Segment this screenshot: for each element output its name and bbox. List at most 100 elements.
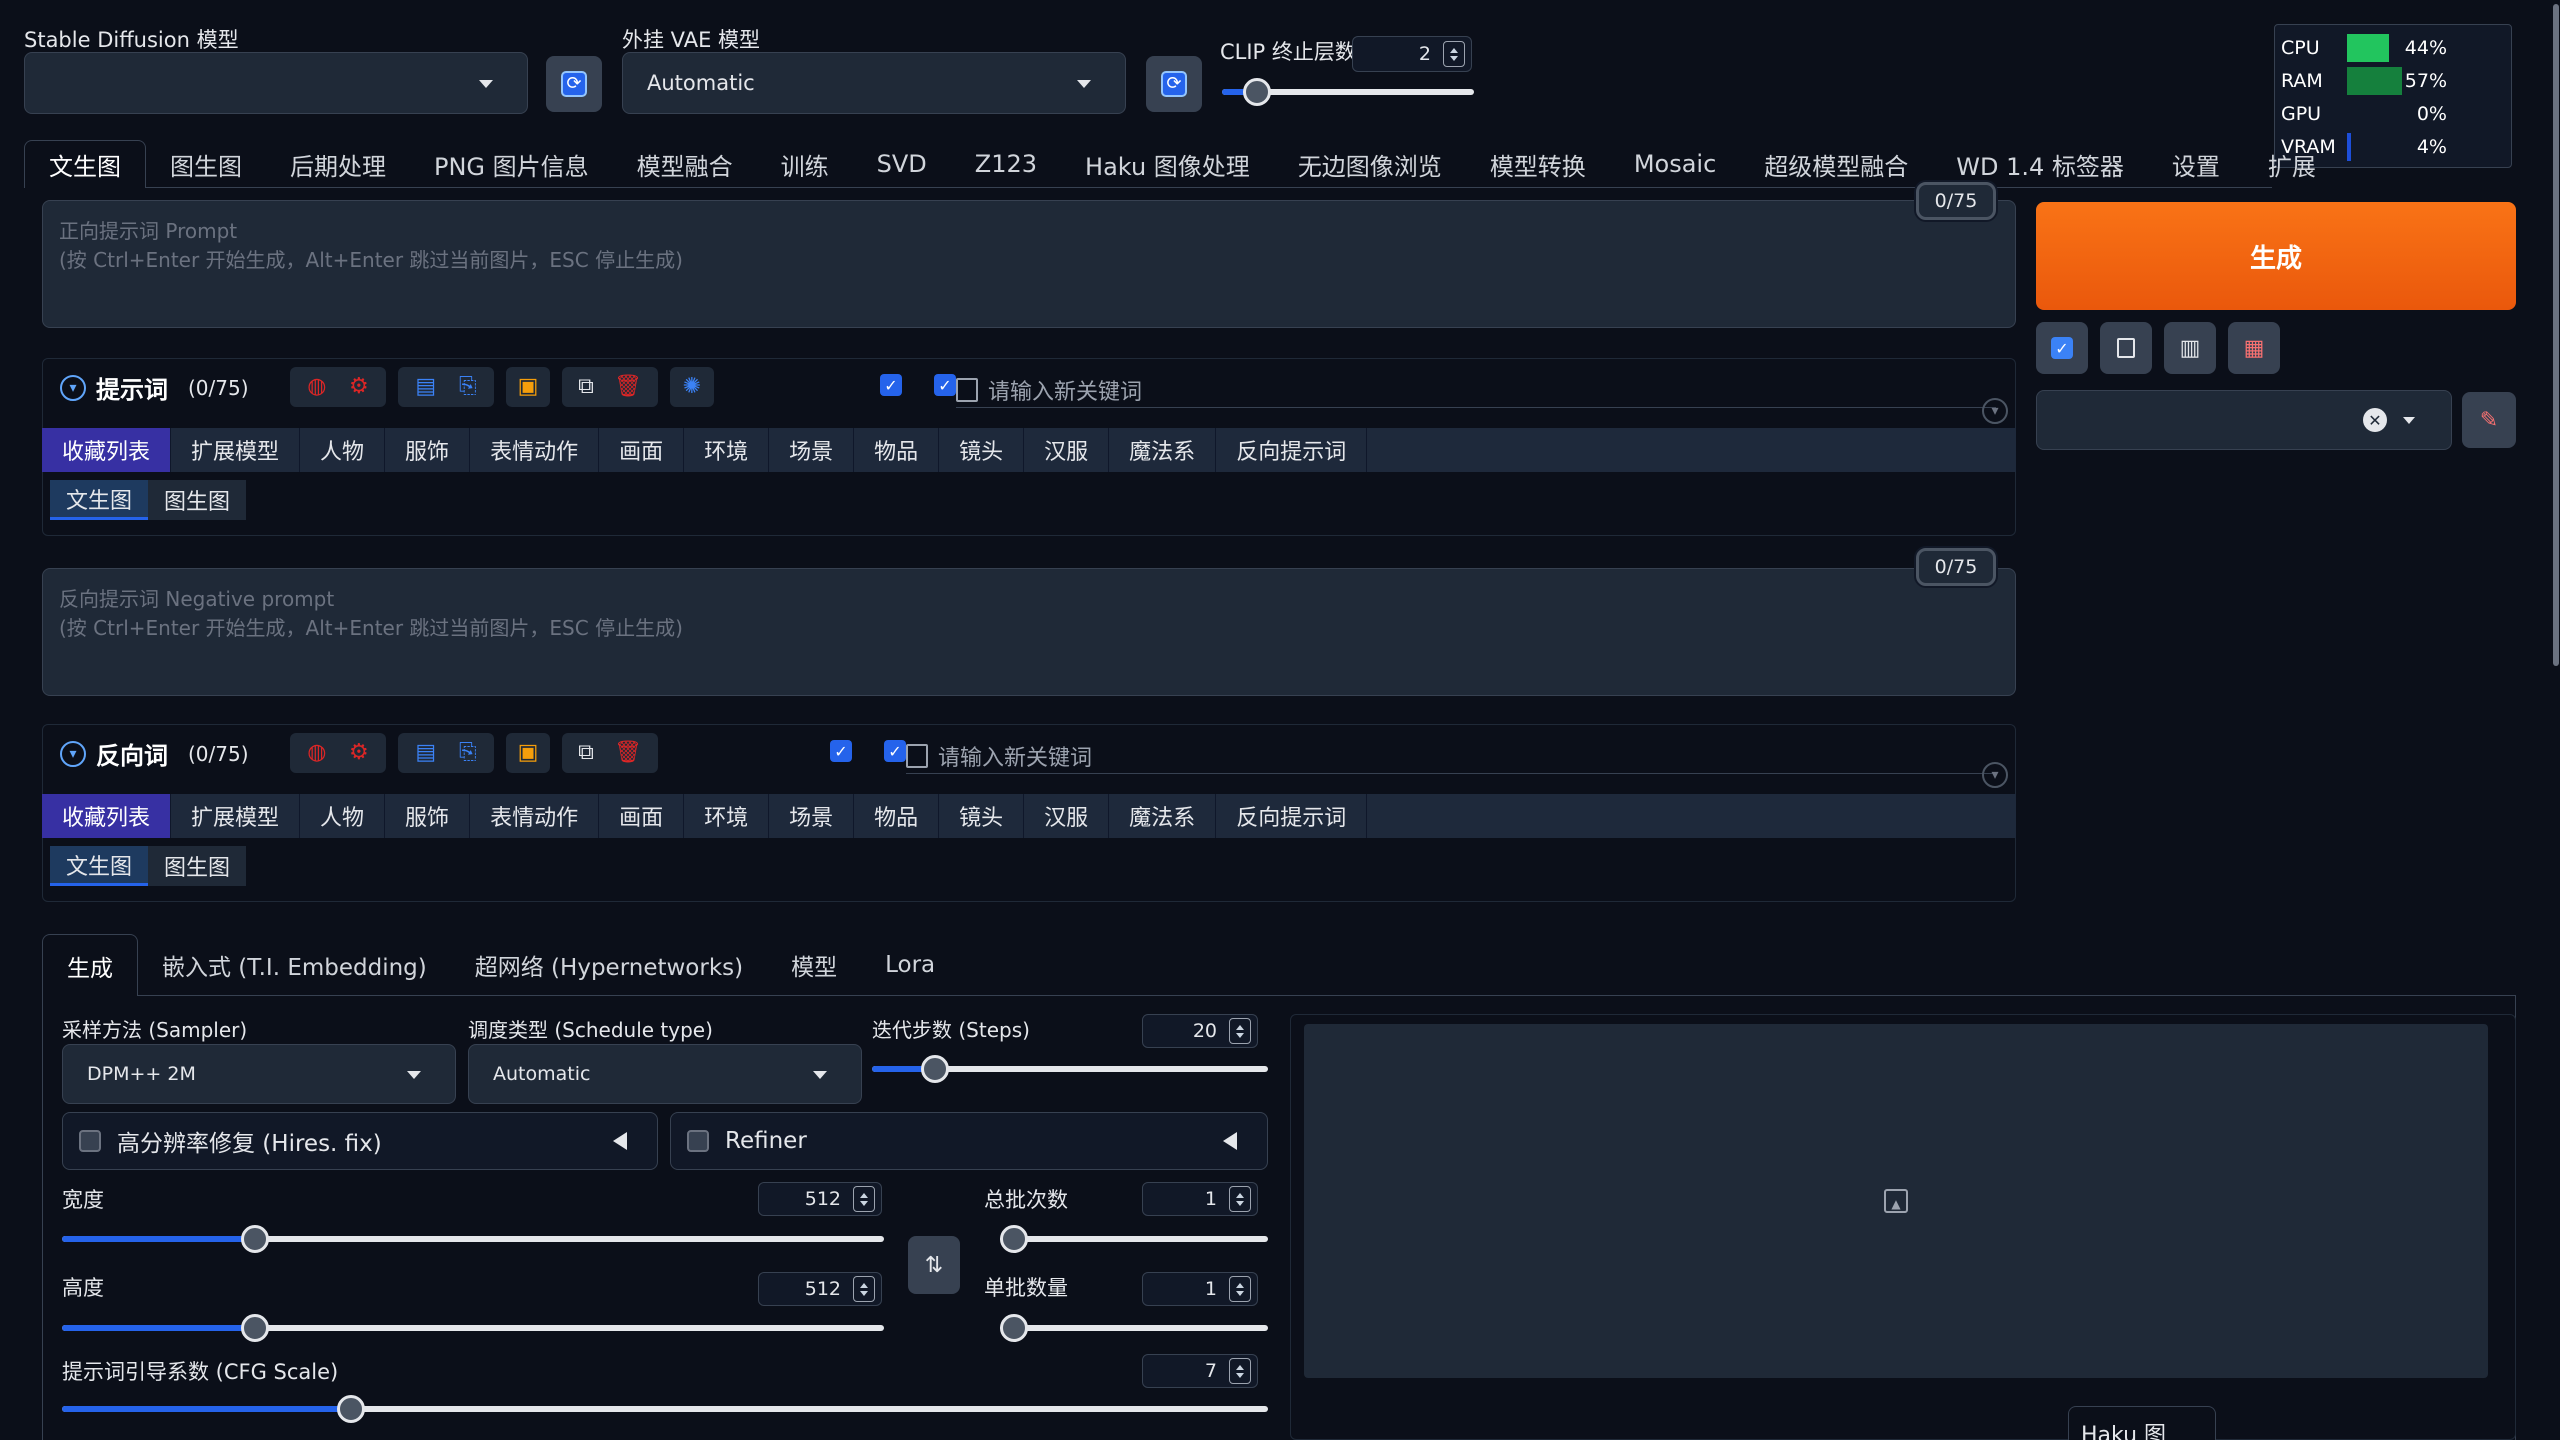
tab-12[interactable]: 超级模型融合 xyxy=(1740,140,1932,188)
tab-3[interactable]: PNG 图片信息 xyxy=(410,140,613,188)
category-tab[interactable]: 人物 xyxy=(300,428,386,472)
tab-6[interactable]: SVD xyxy=(853,140,951,188)
stepper-icon[interactable] xyxy=(1229,1276,1251,1302)
import-button[interactable]: ▣ xyxy=(506,367,550,407)
tab-9[interactable]: 无边图像浏览 xyxy=(1274,140,1466,188)
category-tab[interactable]: 场景 xyxy=(769,794,855,838)
category-tab[interactable]: 服饰 xyxy=(385,794,471,838)
copy-clear-button[interactable]: ⧉ 🗑 xyxy=(562,733,658,773)
stepper-icon[interactable] xyxy=(853,1186,875,1212)
history-button[interactable]: ▤ ⎘ xyxy=(398,367,494,407)
tab-14[interactable]: 设置 xyxy=(2148,140,2244,188)
tab-4[interactable]: 模型融合 xyxy=(613,140,757,188)
width-slider[interactable] xyxy=(62,1225,884,1253)
category-tab[interactable]: 画面 xyxy=(599,794,685,838)
trash-button[interactable]: ▥ xyxy=(2164,322,2216,374)
copy-clear-button[interactable]: ⧉ 🗑 xyxy=(562,367,658,407)
tab-11[interactable]: Mosaic xyxy=(1610,140,1740,188)
lower-tab-3[interactable]: 模型 xyxy=(767,934,861,996)
stepper-icon[interactable] xyxy=(1229,1018,1251,1044)
tab-0[interactable]: 文生图 xyxy=(24,140,146,188)
cfg-slider[interactable] xyxy=(62,1395,1268,1423)
category-tab[interactable]: 表情动作 xyxy=(470,794,600,838)
batch-count-slider[interactable] xyxy=(1000,1225,1268,1253)
category-tab[interactable]: 汉服 xyxy=(1024,794,1110,838)
collapse-icon[interactable]: ▾ xyxy=(60,740,86,767)
clear-icon[interactable]: ✕ xyxy=(2363,408,2387,432)
category-tab[interactable]: 物品 xyxy=(854,794,940,838)
category-tab[interactable]: 场景 xyxy=(769,428,855,472)
schedule-select[interactable]: Automatic xyxy=(468,1044,862,1104)
tab-7[interactable]: Z123 xyxy=(951,140,1061,188)
slider-handle[interactable] xyxy=(241,1225,270,1253)
category-tab[interactable]: 服饰 xyxy=(385,428,471,472)
prompt-keyword-input[interactable]: 请输入新关键词 xyxy=(956,372,1996,408)
enable-checkbox[interactable]: ✓ xyxy=(830,740,852,762)
lower-tab-0[interactable]: 生成 xyxy=(42,934,138,996)
style-clipboard-button[interactable]: ▦ xyxy=(2228,322,2280,374)
tab-2[interactable]: 后期处理 xyxy=(266,140,410,188)
category-tab[interactable]: 魔法系 xyxy=(1109,794,1217,838)
lower-tab-1[interactable]: 嵌入式 (T.I. Embedding) xyxy=(138,934,451,996)
lower-tab-4[interactable]: Lora xyxy=(861,934,959,996)
edit-styles-button[interactable]: ✎ xyxy=(2462,392,2516,448)
tab-10[interactable]: 模型转换 xyxy=(1466,140,1610,188)
clip-skip-input[interactable]: 2 xyxy=(1352,36,1472,72)
category-tab[interactable]: 物品 xyxy=(854,428,940,472)
negative-keyword-input[interactable]: 请输入新关键词 xyxy=(906,738,1996,774)
expand-icon[interactable]: ▾ xyxy=(1982,398,2008,424)
height-slider[interactable] xyxy=(62,1314,884,1342)
slider-handle[interactable] xyxy=(1000,1225,1028,1253)
steps-slider[interactable] xyxy=(872,1055,1268,1083)
scrollbar-track[interactable] xyxy=(2552,0,2560,1440)
refiner-checkbox[interactable] xyxy=(687,1130,709,1152)
generate-button[interactable]: 生成 xyxy=(2036,202,2516,310)
paste-button[interactable]: ✓ xyxy=(2036,322,2088,374)
category-tab[interactable]: 表情动作 xyxy=(470,428,600,472)
category-tab[interactable]: 画面 xyxy=(599,428,685,472)
refresh-vae-button[interactable]: ⟳ xyxy=(1146,56,1202,112)
history-button[interactable]: ▤ ⎘ xyxy=(398,733,494,773)
category-tab[interactable]: 镜头 xyxy=(939,794,1025,838)
slider-handle[interactable] xyxy=(1000,1314,1028,1342)
translate-button[interactable]: ◍ ⚙ xyxy=(290,733,386,773)
image-gallery[interactable]: ▲ xyxy=(1304,1024,2488,1378)
tab-1[interactable]: 图生图 xyxy=(146,140,266,188)
batch-size-slider[interactable] xyxy=(1000,1314,1268,1342)
tab-8[interactable]: Haku 图像处理 xyxy=(1061,140,1274,188)
enable-checkbox[interactable]: ✓ xyxy=(880,374,902,396)
swap-dimensions-button[interactable]: ⇅ xyxy=(908,1236,960,1294)
prompt-helper-header[interactable]: ▾ 提示词 (0/75) xyxy=(60,370,249,405)
batch-size-input[interactable]: 1 xyxy=(1142,1272,1258,1306)
negative-prompt-textarea[interactable]: 反向提示词 Negative prompt (按 Ctrl+Enter 开始生成… xyxy=(42,568,2016,696)
slider-handle[interactable] xyxy=(1243,78,1272,106)
category-tab[interactable]: 魔法系 xyxy=(1109,428,1217,472)
sub-tab[interactable]: 文生图 xyxy=(50,846,149,886)
haku-tab[interactable]: Haku 图 xyxy=(2068,1406,2216,1440)
category-tab[interactable]: 人物 xyxy=(300,794,386,838)
refresh-sd-model-button[interactable]: ⟳ xyxy=(546,56,602,112)
enable-keyword-checkbox[interactable]: ✓ xyxy=(934,374,956,396)
tab-13[interactable]: WD 1.4 标签器 xyxy=(1932,140,2148,188)
clear-prompt-button[interactable] xyxy=(2100,322,2152,374)
category-tab[interactable]: 反向提示词 xyxy=(1216,794,1368,838)
expand-icon[interactable]: ▾ xyxy=(1982,762,2008,788)
category-tab[interactable]: 收藏列表 xyxy=(42,428,172,472)
hires-fix-accordion[interactable]: 高分辨率修复 (Hires. fix) xyxy=(62,1112,658,1170)
category-tab[interactable]: 环境 xyxy=(684,794,770,838)
stepper-icon[interactable] xyxy=(853,1276,875,1302)
slider-handle[interactable] xyxy=(921,1055,950,1083)
category-tab[interactable]: 收藏列表 xyxy=(42,794,172,838)
slider-handle[interactable] xyxy=(337,1395,366,1423)
batch-count-input[interactable]: 1 xyxy=(1142,1182,1258,1216)
ai-button[interactable]: ✺ xyxy=(670,367,714,407)
category-tab[interactable]: 汉服 xyxy=(1024,428,1110,472)
sub-tab[interactable]: 图生图 xyxy=(148,846,246,886)
refiner-accordion[interactable]: Refiner xyxy=(670,1112,1268,1170)
translate-button[interactable]: ◍ ⚙ xyxy=(290,367,386,407)
sub-tab[interactable]: 图生图 xyxy=(148,480,246,520)
stepper-icon[interactable] xyxy=(1443,41,1465,67)
category-tab[interactable]: 扩展模型 xyxy=(171,428,301,472)
sampler-select[interactable]: DPM++ 2M xyxy=(62,1044,456,1104)
height-input[interactable]: 512 xyxy=(758,1272,882,1306)
